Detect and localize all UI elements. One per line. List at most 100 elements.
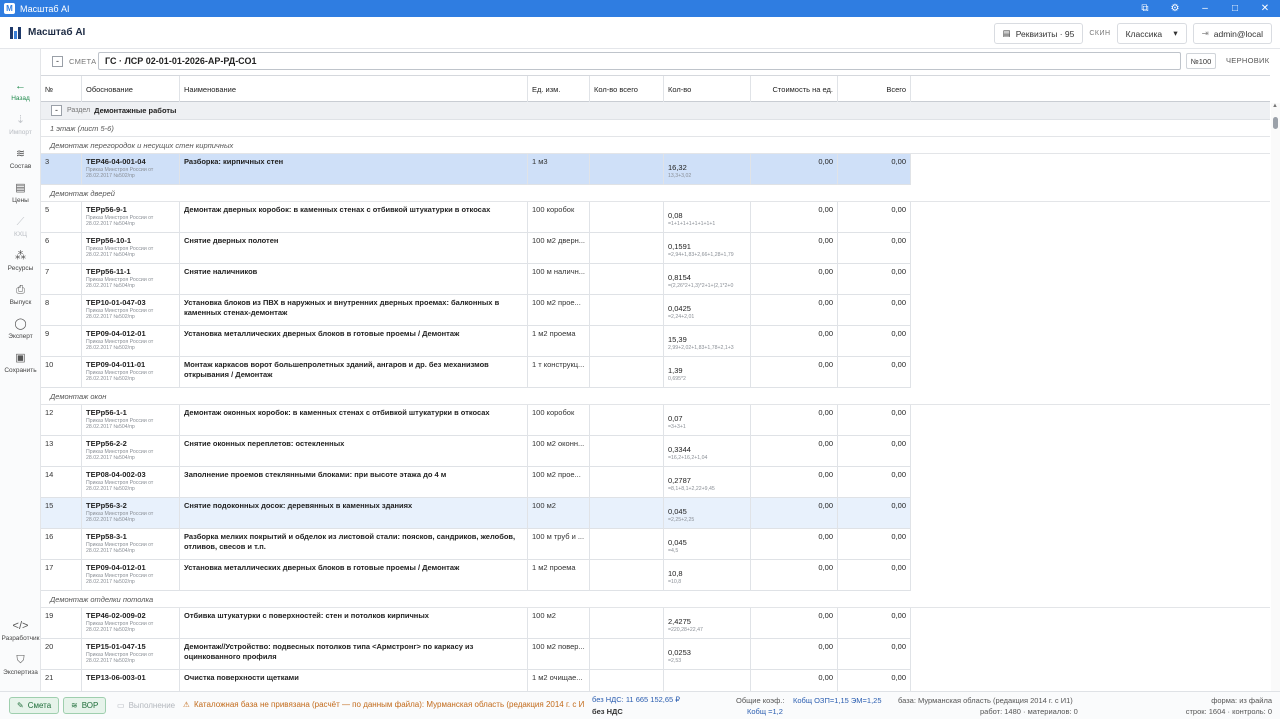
basis-code: ТЕРр56-1-1	[86, 408, 127, 417]
work-name: Снятие оконных переплетов: остекленных	[180, 436, 528, 467]
row-number: 20	[41, 639, 82, 670]
qty-total-cell	[590, 498, 664, 529]
row-number: 19	[41, 608, 82, 639]
sidebar-item-output[interactable]: ⎙ Выпуск	[0, 279, 41, 311]
sidebar-item-resources[interactable]: ⁂ Ресурсы	[0, 245, 41, 277]
unit-cell: 100 м наличн...	[528, 264, 590, 295]
column-basis[interactable]: Обоснование	[82, 76, 180, 103]
unit-cell: 100 м2	[528, 498, 590, 529]
collapse-button[interactable]: -	[52, 56, 63, 67]
settings-icon[interactable]: ⚙	[1160, 0, 1190, 17]
basis-code: ТЕР15-01-047-15	[86, 642, 146, 651]
document-number[interactable]: №100	[1186, 53, 1216, 69]
vertical-scrollbar[interactable]: ▲	[1271, 103, 1280, 691]
qty-cell: 15,39 2,99+2,02+1,83+1,78+2,1+3	[664, 326, 751, 357]
qty-value: 16,32	[668, 163, 687, 172]
basis-code: ТЕР08-04-002-03	[86, 470, 146, 479]
qty-cell: 16,32 13,3+3,02	[664, 154, 751, 185]
section-label: Раздел	[67, 107, 91, 114]
row-number: 13	[41, 436, 82, 467]
column-name[interactable]: Наименование	[180, 76, 528, 103]
sidebar-item-expertise[interactable]: ⛉ Экспертиза	[0, 649, 41, 681]
table-row[interactable]: 19 ТЕР46-02-009-02 Приказ Минстроя России …	[41, 608, 911, 639]
sidebar-item-composition[interactable]: ≋ Состав	[0, 143, 41, 175]
table-row[interactable]: 3 ТЕР46-04-001-04 Приказ Минстроя России о…	[41, 154, 911, 185]
total-cell: 0,00	[838, 560, 911, 591]
qty-total-cell	[590, 529, 664, 560]
row-number: 16	[41, 529, 82, 560]
close-button[interactable]: ✕	[1250, 0, 1280, 17]
window-title: Масштаб AI	[20, 3, 70, 14]
chat-icon: ◯	[14, 317, 27, 330]
table-row[interactable]: 8 ТЕР10-01-047-03 Приказ Минстроя России о…	[41, 295, 911, 326]
table-row[interactable]: 6 ТЕРр56-10-1 Приказ Минстроя России от 28…	[41, 233, 911, 264]
table-row[interactable]: 12 ТЕРр56-1-1 Приказ Минстроя России от 28…	[41, 405, 911, 436]
sidebar-item-import: ⇣ Импорт	[9, 113, 32, 136]
coef-label: Общие коэф.:	[736, 696, 785, 705]
import-icon: ⇣	[15, 113, 26, 126]
resources-icon: ⁂	[15, 249, 26, 262]
group-row: Демонтаж перегородок и несущих стен кирп…	[41, 137, 1270, 154]
qty-cell: 0,8154 =(2,26*2+1,3)*2+1+(2,1*2+0	[664, 264, 751, 295]
puzzle-icon[interactable]: ⧉	[1130, 0, 1160, 17]
maximize-button[interactable]: □	[1220, 0, 1250, 17]
basis-order: Приказ Минстроя России от 28.02.2017 №50…	[86, 652, 154, 664]
skin-select[interactable]: Классика ▾	[1116, 23, 1187, 44]
tab-smeta[interactable]: ✎ Смета	[9, 697, 60, 714]
sidebar-item-save[interactable]: ▣ Сохранить	[0, 347, 41, 379]
table-row[interactable]: 9 ТЕР09-04-012-01 Приказ Минстроя России о…	[41, 326, 911, 357]
qty-cell: 0,1591 =2,94+1,83+2,66+1,28+1,79	[664, 233, 751, 264]
section-row: - Раздел Демонтажные работы	[41, 102, 1270, 120]
qty-total-cell	[590, 436, 664, 467]
scroll-up-icon[interactable]: ▲	[1272, 103, 1278, 109]
column-qty[interactable]: Кол-во	[664, 76, 751, 103]
table-row[interactable]: 10 ТЕР09-04-011-01 Приказ Минстроя России …	[41, 357, 911, 388]
qty-cell: 0,07 =3+3+1	[664, 405, 751, 436]
qty-cell: 0,045 =2,25+2,25	[664, 498, 751, 529]
sidebar-item-expert[interactable]: ◯ Эксперт	[0, 313, 41, 345]
sidebar-item-back[interactable]: ← Назад	[0, 75, 41, 107]
column-no[interactable]: №	[41, 76, 82, 103]
catalog-warning: Каталожная база не привязана (расчёт — п…	[194, 700, 584, 709]
unit-price-cell: 0,00	[751, 202, 838, 233]
table-row[interactable]: 5 ТЕРр56-9-1 Приказ Минстроя России от 28.…	[41, 202, 911, 233]
total-cell: 0,00	[838, 529, 911, 560]
sidebar-item-prices[interactable]: ▤ Цены	[0, 177, 41, 209]
column-unit[interactable]: Ед. изм.	[528, 76, 590, 103]
section-collapse-button[interactable]: -	[51, 105, 62, 116]
qty-value: 0,08	[668, 211, 683, 220]
basis-code: ТЕРр56-3-2	[86, 501, 127, 510]
table-row[interactable]: 14 ТЕР08-04-002-03 Приказ Минстроя России …	[41, 467, 911, 498]
table-row[interactable]: 16 ТЕРр58-3-1 Приказ Минстроя России от 28…	[41, 529, 911, 560]
column-total[interactable]: Всего	[838, 76, 911, 103]
unit-cell: 100 коробок	[528, 202, 590, 233]
work-name: Разборка: кирпичных стен	[180, 154, 528, 185]
sidebar-item-developer[interactable]: </> Разработчик	[0, 615, 41, 647]
basis-code: ТЕР09-04-012-01	[86, 329, 146, 338]
work-name: Снятие дверных полотен	[180, 233, 528, 264]
table-row[interactable]: 15 ТЕРр56-3-2 Приказ Минстроя России от 28…	[41, 498, 911, 529]
basis-cell: ТЕР08-04-002-03 Приказ Минстроя России от…	[82, 467, 180, 498]
requisites-button[interactable]: ▤ Реквизиты · 95	[993, 23, 1084, 44]
qty-formula: =1+1+1+1+1+1+1+1	[668, 221, 716, 227]
total-cell: 0,00	[838, 154, 911, 185]
total-cell: 0,00	[838, 639, 911, 670]
user-button[interactable]: ⇥ admin@local	[1192, 23, 1272, 44]
table-row[interactable]: 20 ТЕР15-01-047-15 Приказ Минстроя России …	[41, 639, 911, 670]
column-unit-price[interactable]: Стоимость на ед.	[751, 76, 838, 103]
table-row[interactable]: 7 ТЕРр56-11-1 Приказ Минстроя России от 28…	[41, 264, 911, 295]
qty-formula: =2,94+1,83+2,66+1,28+1,79	[668, 252, 734, 258]
document-title-input[interactable]: ГС · ЛСР 02-01-01-2026-АР-РД-СО1	[98, 52, 1181, 70]
table-row[interactable]: 17 ТЕР09-04-012-01 Приказ Минстроя России …	[41, 560, 911, 591]
table-row[interactable]: 13 ТЕРр56-2-2 Приказ Минстроя России от 28…	[41, 436, 911, 467]
basis-cell: ТЕР46-02-009-02 Приказ Минстроя России от…	[82, 608, 180, 639]
column-qty-total[interactable]: Кол-во всего	[590, 76, 664, 103]
table-row[interactable]: 21 ТЕР13-06-003-01 Очистка поверхности щет…	[41, 670, 911, 691]
scroll-thumb[interactable]	[1273, 117, 1278, 129]
qty-cell	[664, 670, 751, 691]
minimize-button[interactable]: –	[1190, 0, 1220, 17]
coef-sub: Кобщ =1,2	[747, 707, 783, 716]
qty-value: 0,045	[668, 538, 687, 547]
qty-total-cell	[590, 467, 664, 498]
tab-vor[interactable]: ≋ ВОР	[63, 697, 107, 714]
